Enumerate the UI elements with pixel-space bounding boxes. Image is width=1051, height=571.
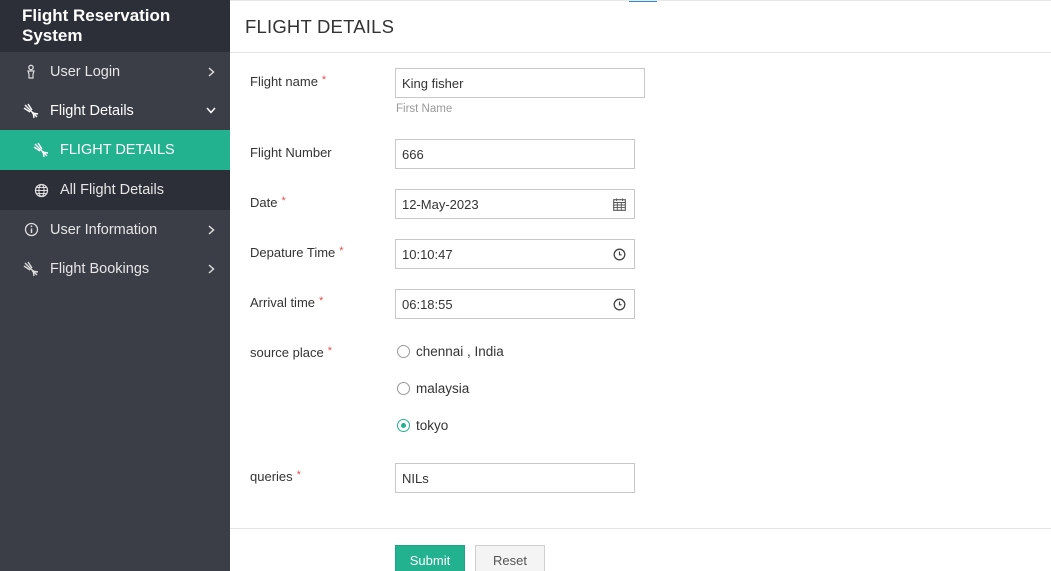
sidebar-item-user-information[interactable]: User Information [0,210,230,249]
radio-button[interactable] [397,382,410,395]
queries-value: NILs [402,470,429,486]
sidebar: Flight Reservation System User Login Fli… [0,0,230,571]
radio-button[interactable] [397,345,410,358]
sidebar-subitem-label: FLIGHT DETAILS [60,142,175,158]
app-title: Flight Reservation System [0,0,230,52]
departure-time-label-text: Depature Time [250,245,336,260]
sidebar-item-flight-bookings[interactable]: Flight Bookings [0,249,230,288]
required-marker: * [296,469,301,481]
queries-label-text: queries [250,469,293,484]
globe-icon [33,182,49,198]
radio-button[interactable] [397,419,410,432]
sidebar-subitem-flight-details[interactable]: FLIGHT DETAILS [0,130,230,170]
arrival-time-value: 06:18:55 [402,296,453,312]
required-marker: * [339,245,344,257]
flight-name-value: King fisher [402,75,464,91]
source-place-option-chennai[interactable]: chennai , India [397,344,504,359]
date-label-text: Date [250,195,278,210]
flight-name-label-text: Flight name [250,74,318,89]
sidebar-subitem-all-flight-details[interactable]: All Flight Details [0,170,230,210]
chevron-down-icon [206,106,216,116]
chevron-right-icon [206,66,216,77]
main-panel: FLIGHT DETAILS Flight name * King fisher … [230,0,1051,571]
required-marker: * [327,345,332,357]
radio-label: malaysia [416,381,470,396]
date-label: Date * [250,195,286,210]
source-place-label: source place * [250,345,332,360]
departure-time-value: 10:10:47 [402,246,453,262]
sidebar-item-user-login[interactable]: User Login [0,52,230,91]
sidebar-subitem-label: All Flight Details [60,182,164,198]
date-input[interactable]: 12-May-2023 [395,189,635,219]
source-place-option-tokyo[interactable]: tokyo [397,418,448,433]
sidebar-item-label: Flight Details [50,102,134,119]
arrival-time-input[interactable]: 06:18:55 [395,289,635,319]
chevron-right-icon [206,224,216,235]
flight-number-input[interactable]: 666 [395,139,635,169]
submit-button[interactable]: Submit [395,545,465,571]
flight-number-label-text: Flight Number [250,145,332,160]
plane-icon [23,103,39,119]
form-footer-divider [230,528,1051,529]
sidebar-item-label: User Login [50,63,121,80]
clock-icon[interactable] [612,297,626,311]
page-title: FLIGHT DETAILS [230,1,1051,53]
departure-time-input[interactable]: 10:10:47 [395,239,635,269]
plane-icon [33,142,49,158]
required-marker: * [319,295,324,307]
queries-label: queries * [250,469,301,484]
chevron-right-icon [206,263,216,274]
flight-name-input[interactable]: King fisher [395,68,645,98]
calendar-icon[interactable] [612,197,626,211]
required-marker: * [281,195,286,207]
departure-time-label: Depature Time * [250,245,344,260]
queries-input[interactable]: NILs [395,463,635,493]
arrival-time-label: Arrival time * [250,295,323,310]
radio-label: tokyo [416,418,449,433]
flight-name-hint: First Name [396,103,453,115]
required-marker: * [321,74,327,86]
source-place-option-malaysia[interactable]: malaysia [397,381,469,396]
reset-button[interactable]: Reset [475,545,545,571]
plane-icon [23,261,39,277]
sidebar-item-label: User Information [50,221,158,238]
arrival-time-label-text: Arrival time [250,295,316,310]
date-value: 12-May-2023 [402,196,479,212]
source-place-label-text: source place [250,345,324,360]
flight-number-value: 666 [402,146,424,162]
sidebar-item-label: Flight Bookings [50,260,150,277]
clock-icon[interactable] [612,247,626,261]
sidebar-submenu: FLIGHT DETAILS All Flight Details [0,130,230,210]
sidebar-item-flight-details[interactable]: Flight Details [0,91,230,130]
flight-name-label: Flight name * [250,74,326,89]
flight-number-label: Flight Number [250,145,332,160]
radio-label: chennai , India [416,344,504,359]
info-icon [23,222,39,238]
user-icon [23,64,39,80]
